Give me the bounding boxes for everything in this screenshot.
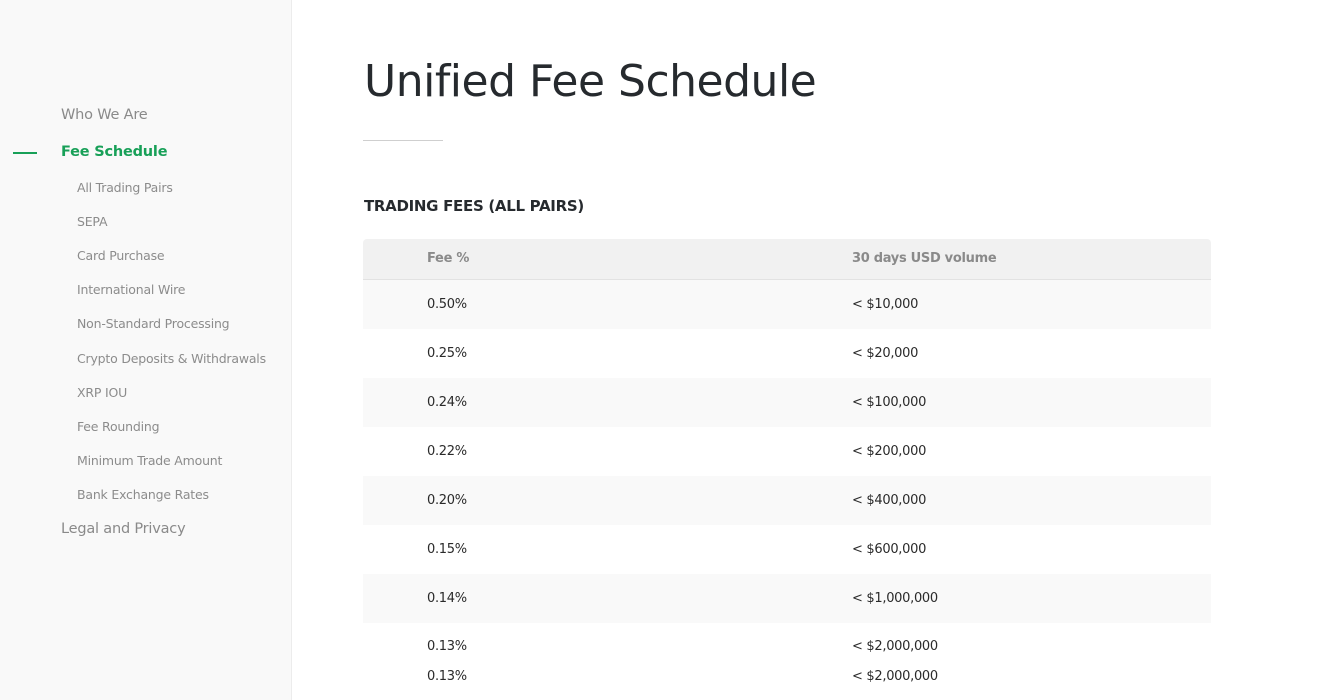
volume-cell: < $2,000,000	[852, 639, 938, 654]
fee-cell: 0.14%	[427, 591, 467, 606]
table-row: 0.15% < $600,000	[363, 525, 1211, 574]
sidebar-item-all-trading-pairs[interactable]: All Trading Pairs	[77, 180, 173, 195]
fee-cell: 0.13%	[427, 669, 467, 684]
title-divider	[363, 140, 443, 141]
table-row: 0.14% < $1,000,000	[363, 574, 1211, 623]
fee-cell: 0.25%	[427, 346, 467, 361]
fee-cell: 0.15%	[427, 542, 467, 557]
sidebar-item-fee-rounding[interactable]: Fee Rounding	[77, 419, 160, 434]
table-header: Fee % 30 days USD volume	[363, 239, 1211, 280]
sidebar-item-minimum-trade-amount[interactable]: Minimum Trade Amount	[77, 453, 222, 468]
volume-cell: < $600,000	[852, 542, 927, 557]
fee-cell: 0.20%	[427, 493, 467, 508]
sidebar-item-international-wire[interactable]: International Wire	[77, 282, 185, 297]
volume-cell: < $10,000	[852, 297, 919, 312]
section-title: TRADING FEES (ALL PAIRS)	[364, 197, 584, 215]
table-row: 0.50% < $10,000	[363, 280, 1211, 329]
fee-cell: 0.22%	[427, 444, 467, 459]
sidebar-item-fee-schedule[interactable]: Fee Schedule	[61, 144, 168, 160]
table-row: 0.24% < $100,000	[363, 378, 1211, 427]
sidebar-item-who-we-are[interactable]: Who We Are	[61, 107, 148, 123]
volume-cell: < $20,000	[852, 346, 919, 361]
fee-table: Fee % 30 days USD volume 0.50% < $10,000…	[363, 239, 1211, 695]
fee-cell: 0.13%	[427, 639, 467, 654]
table-row: 0.22% < $200,000	[363, 427, 1211, 476]
volume-cell: < $1,000,000	[852, 591, 938, 606]
sidebar-item-card-purchase[interactable]: Card Purchase	[77, 248, 165, 263]
table-row: 0.20% < $400,000	[363, 476, 1211, 525]
active-indicator	[13, 152, 37, 154]
sidebar: Who We Are Fee Schedule All Trading Pair…	[0, 0, 292, 700]
sidebar-item-legal-and-privacy[interactable]: Legal and Privacy	[61, 521, 186, 537]
volume-cell: < $200,000	[852, 444, 927, 459]
table-row: 0.25% < $20,000	[363, 329, 1211, 378]
sidebar-item-xrp-iou[interactable]: XRP IOU	[77, 385, 127, 400]
sidebar-item-bank-exchange-rates[interactable]: Bank Exchange Rates	[77, 487, 209, 502]
header-fee: Fee %	[427, 251, 470, 266]
fee-cell: 0.50%	[427, 297, 467, 312]
page-title: Unified Fee Schedule	[364, 56, 817, 107]
volume-cell: < $2,000,000	[852, 669, 938, 684]
table-row: 0.13% < $2,000,000	[363, 635, 1211, 665]
sidebar-item-sepa[interactable]: SEPA	[77, 214, 108, 229]
volume-cell: < $400,000	[852, 493, 927, 508]
sidebar-item-non-standard-processing[interactable]: Non-Standard Processing	[77, 316, 230, 331]
table-row: 0.13% < $2,000,000	[363, 665, 1211, 695]
sidebar-item-crypto-deposits-withdrawals[interactable]: Crypto Deposits & Withdrawals	[77, 351, 266, 366]
main-content: Unified Fee Schedule TRADING FEES (ALL P…	[292, 0, 1337, 700]
header-volume: 30 days USD volume	[852, 251, 997, 266]
volume-cell: < $100,000	[852, 395, 927, 410]
fee-cell: 0.24%	[427, 395, 467, 410]
